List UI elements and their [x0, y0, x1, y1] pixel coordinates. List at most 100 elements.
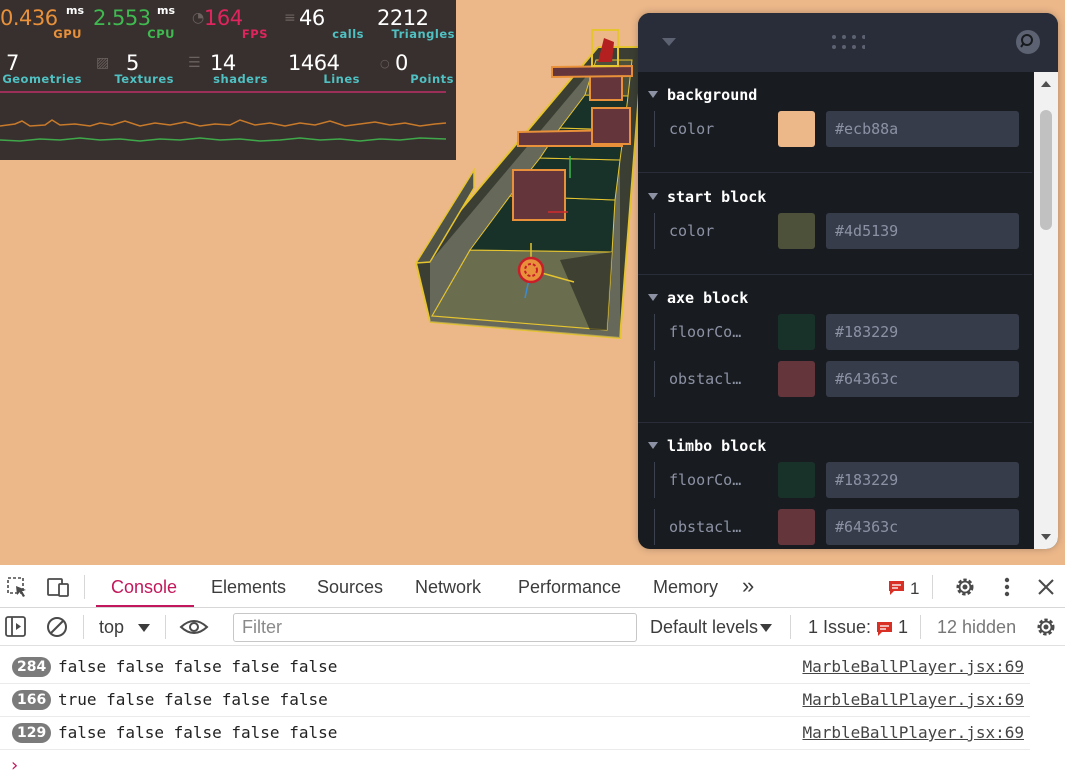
tab-network[interactable]: Network: [415, 577, 481, 598]
hex-input[interactable]: #183229: [826, 314, 1019, 350]
drag-handle-icon[interactable]: [831, 33, 866, 51]
spinner-obstacle: [589, 75, 623, 101]
log-text: true false false false false: [58, 690, 328, 709]
show-sidebar-icon[interactable]: [5, 616, 27, 642]
tab-memory[interactable]: Memory: [653, 577, 718, 598]
context-dropdown-icon[interactable]: [138, 624, 150, 632]
search-icon[interactable]: [1016, 30, 1040, 54]
repeat-count-badge: 284: [12, 657, 52, 677]
source-link[interactable]: MarbleBallPlayer.jsx:69: [802, 690, 1024, 709]
issues-link-label[interactable]: 1 Issue:: [808, 617, 871, 638]
tab-console[interactable]: Console: [111, 577, 177, 598]
perf-points: ○ 0 Points: [378, 45, 456, 89]
console-settings-gear-icon[interactable]: [1034, 615, 1058, 643]
color-control[interactable]: color #ecb88a: [654, 111, 1024, 147]
3d-viewport[interactable]: 0.436 ms GPU 2.553 ms CPU ◔ 164 FPS ≡ 46…: [0, 0, 1065, 565]
tab-sources[interactable]: Sources: [317, 577, 383, 598]
log-message[interactable]: 284 false false false false false Marble…: [0, 651, 1030, 684]
obstacle-color-control[interactable]: obstacl… #64363c: [654, 361, 1024, 397]
settings-gear-icon[interactable]: [953, 575, 977, 603]
filter-input[interactable]: [233, 613, 637, 642]
obstacle-color-control[interactable]: obstacl… #64363c: [654, 509, 1024, 545]
perf-cpu-unit: ms: [157, 4, 176, 17]
folder-title[interactable]: axe block: [648, 289, 748, 307]
issue-comment-icon[interactable]: [876, 621, 894, 637]
hex-input[interactable]: #183229: [826, 462, 1019, 498]
floor-color-control[interactable]: floorCo… #183229: [654, 314, 1024, 350]
leva-scrollbar-thumb[interactable]: [1040, 110, 1052, 230]
hex-input[interactable]: #4d5139: [826, 213, 1019, 249]
gear-glyph: [956, 578, 974, 596]
hex-input[interactable]: #ecb88a: [826, 111, 1019, 147]
color-swatch[interactable]: [778, 213, 815, 249]
folder-title-text: background: [667, 86, 758, 104]
folder-title-text: limbo block: [667, 437, 767, 455]
repeat-count-badge: 129: [12, 723, 52, 743]
log-message[interactable]: 129 false false false false false Marble…: [0, 717, 1030, 750]
leva-folders[interactable]: background color #ecb88a start block col…: [638, 72, 1058, 549]
color-control[interactable]: color #4d5139: [654, 213, 1024, 249]
eye-glyph: [179, 620, 209, 634]
live-expression-eye-icon[interactable]: [179, 617, 209, 641]
control-label: obstacl…: [669, 370, 742, 388]
calls-icon: ≡: [284, 10, 296, 26]
tab-elements[interactable]: Elements: [211, 577, 286, 598]
console-messages[interactable]: 284 false false false false false Marble…: [0, 651, 1065, 781]
console-toolbar[interactable]: top Default levels 1 Issue: 1 12 hidden: [0, 608, 1065, 646]
perf-textures-label: Textures: [114, 72, 174, 86]
far-bar: [551, 64, 633, 79]
perf-monitor: 0.436 ms GPU 2.553 ms CPU ◔ 164 FPS ≡ 46…: [0, 0, 456, 160]
perf-triangles-label: Triangles: [391, 27, 455, 41]
context-selector[interactable]: top: [99, 617, 124, 638]
leva-title-bar[interactable]: [638, 13, 1058, 72]
issues-link-count[interactable]: 1: [898, 617, 908, 638]
clear-console-icon[interactable]: [46, 616, 68, 642]
log-message[interactable]: 166 true false false false false MarbleB…: [0, 684, 1030, 717]
close-icon[interactable]: [1037, 578, 1055, 600]
image-icon: ▨: [96, 55, 110, 71]
hex-input[interactable]: #64363c: [826, 509, 1019, 545]
log-levels-dropdown[interactable]: Default levels: [650, 617, 758, 638]
devtools-panel[interactable]: Console Elements Sources Network Perform…: [0, 565, 1065, 781]
control-label: color: [669, 120, 715, 138]
toolbar-divider: [920, 615, 921, 639]
perf-cpu: 2.553 ms CPU: [93, 0, 185, 44]
source-link[interactable]: MarbleBallPlayer.jsx:69: [802, 657, 1024, 676]
perf-shaders: ☰ 14 shaders: [188, 45, 280, 89]
color-swatch[interactable]: [778, 361, 815, 397]
folder-title[interactable]: start block: [648, 188, 766, 206]
leva-controls-panel[interactable]: background color #ecb88a start block col…: [638, 13, 1058, 549]
folder-divider: [638, 274, 1032, 275]
folder-title[interactable]: background: [648, 86, 757, 104]
color-swatch[interactable]: [778, 314, 815, 350]
inspect-element-icon[interactable]: [6, 576, 28, 602]
device-toolbar-icon[interactable]: [46, 576, 70, 602]
devtools-tab-bar[interactable]: Console Elements Sources Network Perform…: [0, 565, 1065, 608]
tab-performance[interactable]: Performance: [518, 577, 621, 598]
levels-dropdown-icon[interactable]: [760, 624, 772, 632]
active-tab-indicator: [96, 605, 194, 607]
color-swatch[interactable]: [778, 462, 815, 498]
collapse-chevron-icon[interactable]: [662, 38, 676, 46]
log-text: false false false false false: [58, 657, 338, 676]
perf-geometries: 7 Geometries: [0, 45, 92, 89]
folder-chevron-icon: [648, 193, 658, 200]
floor-color-control[interactable]: floorCo… #183229: [654, 462, 1024, 498]
perf-fps-label: FPS: [241, 27, 268, 41]
scroll-down-arrow-icon[interactable]: [1041, 534, 1051, 540]
tab-divider: [84, 575, 85, 599]
kebab-menu-icon[interactable]: [1004, 576, 1010, 602]
log-text: false false false false false: [58, 723, 338, 742]
folder-title-text: start block: [667, 188, 767, 206]
folder-title[interactable]: limbo block: [648, 437, 766, 455]
more-tabs-chevron-icon[interactable]: »: [742, 573, 754, 599]
color-swatch[interactable]: [778, 509, 815, 545]
color-swatch[interactable]: [778, 111, 815, 147]
perf-fps: ◔ 164 FPS: [188, 0, 280, 44]
console-prompt[interactable]: ›: [9, 755, 20, 776]
scroll-up-arrow-icon[interactable]: [1041, 81, 1051, 87]
perf-graph-cpu-line: [0, 137, 447, 142]
source-link[interactable]: MarbleBallPlayer.jsx:69: [802, 723, 1024, 742]
hex-input[interactable]: #64363c: [826, 361, 1019, 397]
folder-title-text: axe block: [667, 289, 749, 307]
